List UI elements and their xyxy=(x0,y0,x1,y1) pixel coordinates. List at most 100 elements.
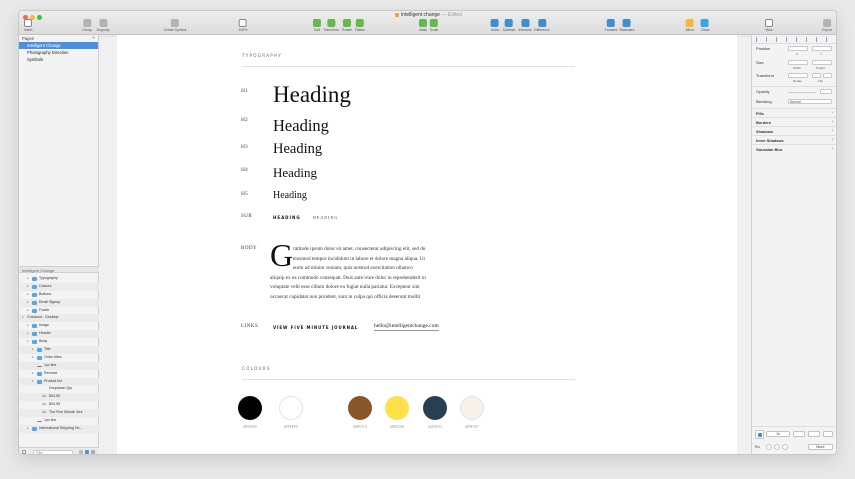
toolbar-rotate-button[interactable]: Rotate xyxy=(342,19,352,32)
inspector-section-fills[interactable]: Fills + xyxy=(752,108,836,117)
flip-vertical-button[interactable] xyxy=(823,73,832,78)
align-left-icon[interactable] xyxy=(756,37,760,42)
toolbar-insert-button[interactable]: Insert xyxy=(24,19,32,32)
inspector-section-borders[interactable]: Borders + xyxy=(752,117,836,126)
colour-swatch[interactable] xyxy=(460,396,484,420)
artboard[interactable]: TYPOGRAPHY H1 Heading H2 Heading H3 Head… xyxy=(117,35,737,454)
flip-horizontal-button[interactable] xyxy=(812,73,821,78)
disclosure-closed-icon[interactable]: ▸ xyxy=(27,291,29,299)
layer-row[interactable]: ▾ Body xyxy=(19,338,99,346)
export-size-select[interactable]: 1x xyxy=(766,431,790,437)
layer-row[interactable]: Aa The Five Minute Jour xyxy=(19,409,99,418)
layer-row[interactable]: ▸ Title xyxy=(19,346,99,354)
layer-row[interactable]: ▸ Footer xyxy=(19,307,99,315)
layer-row[interactable]: Dropdown Qty xyxy=(19,385,99,393)
toolbar-forward-button[interactable]: Forward xyxy=(605,19,617,32)
toolbar-intersect-button[interactable]: Intersect xyxy=(518,19,532,32)
colour-swatch[interactable] xyxy=(423,396,447,420)
rotate-field[interactable] xyxy=(788,73,808,78)
export-option-2[interactable] xyxy=(774,444,780,450)
layer-row[interactable]: Aa $34.95 xyxy=(19,393,99,402)
disclosure-closed-icon[interactable]: ▸ xyxy=(32,354,34,362)
disclosure-closed-icon[interactable]: ▸ xyxy=(27,425,29,433)
toolbar-cloud-button[interactable]: Cloud xyxy=(701,19,709,32)
toolbar-ungroup-button[interactable]: Ungroup xyxy=(96,19,110,32)
disclosure-open-icon[interactable]: ▾ xyxy=(22,314,24,322)
layer-row[interactable]: ▸ Typography xyxy=(19,275,99,283)
colour-swatch[interactable] xyxy=(348,396,372,420)
layer-row[interactable]: Aa $34.95 xyxy=(19,401,99,409)
export-format-icon[interactable] xyxy=(808,431,820,437)
toolbar-subtract-button[interactable]: Subtract xyxy=(503,19,515,32)
layer-row[interactable]: 1px line xyxy=(19,361,99,370)
align-center-icon[interactable] xyxy=(766,37,770,42)
toolbar-100--button[interactable]: 100% xyxy=(239,19,247,32)
toolbar-backward-button[interactable]: Backward xyxy=(620,19,634,32)
width-field[interactable] xyxy=(788,60,808,65)
add-icon[interactable]: + xyxy=(831,119,834,124)
add-icon[interactable]: + xyxy=(831,146,834,151)
add-icon[interactable]: + xyxy=(831,110,834,115)
add-page-icon[interactable]: + xyxy=(92,35,95,41)
add-layer-icon[interactable] xyxy=(22,450,26,454)
distribute-vertical-icon[interactable] xyxy=(826,37,830,42)
blending-select[interactable]: Normal xyxy=(788,99,832,104)
align-bottom-icon[interactable] xyxy=(806,37,810,42)
add-icon[interactable]: + xyxy=(831,137,834,142)
colour-swatch[interactable] xyxy=(385,396,409,420)
disclosure-closed-icon[interactable]: ▸ xyxy=(27,322,29,330)
filter-input[interactable]: Filter xyxy=(33,450,73,454)
page-item[interactable]: Symbols xyxy=(19,56,98,63)
edit-icon[interactable] xyxy=(85,450,89,454)
layer-row[interactable]: ▸ Email Signup xyxy=(19,298,99,307)
toolbar-difference-button[interactable]: Difference xyxy=(534,19,550,32)
inspector-section-shadows[interactable]: Shadows + xyxy=(752,126,836,135)
toolbar-transform-button[interactable]: Transform xyxy=(323,19,339,32)
toolbar-flatten-button[interactable]: Flatten xyxy=(355,19,365,32)
disclosure-closed-icon[interactable]: ▸ xyxy=(27,299,29,307)
align-top-icon[interactable] xyxy=(786,37,790,42)
toolbar-create-symbol-button[interactable]: Create Symbol xyxy=(164,19,186,32)
layer-row[interactable]: ▸ Remove xyxy=(19,370,99,378)
toolbar-mask-button[interactable]: Mask xyxy=(419,19,427,32)
disclosure-closed-icon[interactable]: ▸ xyxy=(27,330,29,338)
disclosure-closed-icon[interactable]: ▸ xyxy=(32,370,34,378)
email-link[interactable]: hello@intelligentchange.com xyxy=(374,323,439,331)
filter-slices-icon[interactable] xyxy=(79,450,83,454)
layer-row[interactable]: ▾ Product list xyxy=(19,377,99,386)
layer-row[interactable]: ▸ Image xyxy=(19,322,99,330)
position-y-field[interactable] xyxy=(812,46,832,51)
disclosure-closed-icon[interactable]: ▸ xyxy=(27,275,29,283)
disclosure-open-icon[interactable]: ▾ xyxy=(27,338,29,346)
toolbar-edit-button[interactable]: Edit xyxy=(313,19,321,32)
toolbar-export-button[interactable]: Export xyxy=(822,19,832,32)
disclosure-closed-icon[interactable]: ▸ xyxy=(32,346,34,354)
view-journal-link[interactable]: VIEW FIVE MINUTE JOURNAL xyxy=(273,325,358,330)
page-item[interactable]: Photography Direction xyxy=(19,49,98,56)
opacity-field[interactable] xyxy=(820,89,832,94)
align-right-icon[interactable] xyxy=(776,37,780,42)
page-item[interactable]: Intelligent Change xyxy=(19,42,98,49)
link-icon[interactable] xyxy=(91,450,95,454)
toolbar-scale-button[interactable]: Scale xyxy=(430,19,438,32)
layer-row[interactable]: ▸ Header xyxy=(19,330,99,339)
layer-row[interactable]: ▸ Buttons xyxy=(19,291,99,299)
add-icon[interactable]: + xyxy=(831,128,834,133)
height-field[interactable] xyxy=(812,60,832,65)
inspector-section-gaussian-blur[interactable]: Gaussian Blur + xyxy=(752,144,836,153)
distribute-horizontal-icon[interactable] xyxy=(816,37,820,42)
opacity-slider-track[interactable] xyxy=(788,92,816,93)
layer-row[interactable]: ▸ Order titles xyxy=(19,354,99,362)
canvas[interactable]: TYPOGRAPHY H1 Heading H2 Heading H3 Head… xyxy=(99,35,751,454)
disclosure-open-icon[interactable]: ▾ xyxy=(32,378,34,386)
more-export-button[interactable]: More xyxy=(808,444,833,450)
position-x-field[interactable] xyxy=(788,46,808,51)
layer-row[interactable]: ▸ Colours xyxy=(19,282,99,291)
disclosure-closed-icon[interactable]: ▸ xyxy=(27,307,29,315)
align-middle-icon[interactable] xyxy=(796,37,800,42)
export-suffix-field[interactable] xyxy=(793,431,805,437)
toolbar-mirror-button[interactable]: Mirror xyxy=(686,19,694,32)
disclosure-closed-icon[interactable]: ▸ xyxy=(27,283,29,291)
toolbar-view-button[interactable]: View xyxy=(765,19,773,32)
colour-swatch[interactable] xyxy=(238,396,262,420)
